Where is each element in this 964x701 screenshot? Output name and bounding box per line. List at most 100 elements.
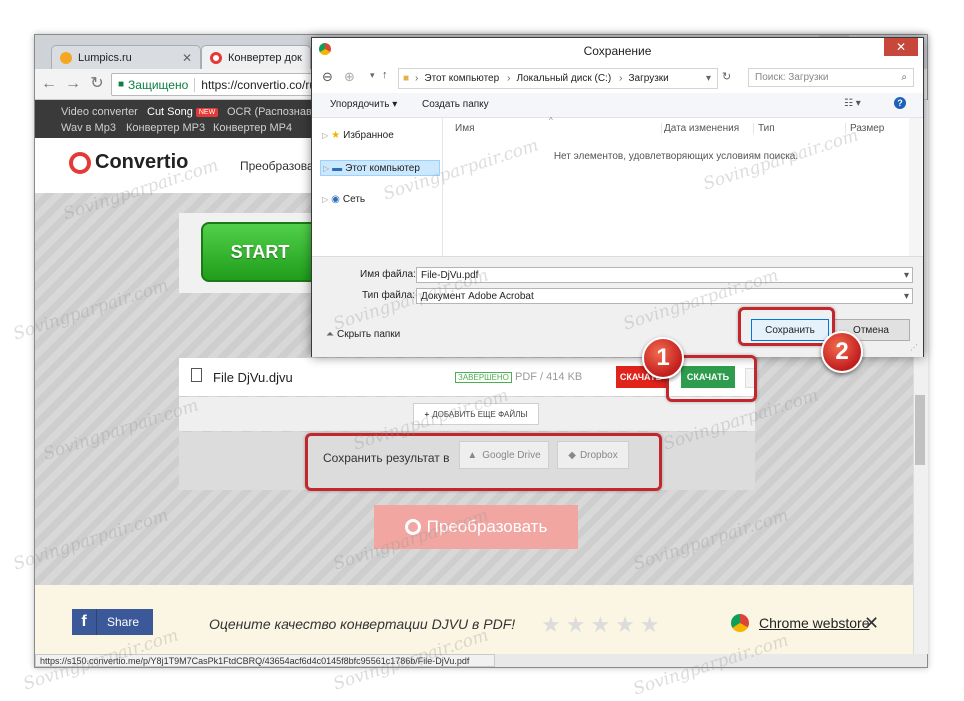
dialog-path-breadcrumb[interactable]: ■ › Этот компьютер › Локальный диск (C:)… [398, 68, 718, 89]
new-badge: NEW [195, 108, 219, 117]
url-text: https://convertio.co/ru [201, 77, 316, 92]
rating-footer: f Share Оцените качество конвертации DJV… [35, 585, 913, 654]
breadcrumb-downloads[interactable]: Загрузки [629, 73, 669, 84]
nav-link-cut-song[interactable]: Cut Song NEW [147, 106, 219, 118]
filename-label: Имя файла: [360, 269, 416, 280]
nav-item-label: Этот компьютер [345, 162, 420, 174]
chrome-webstore-link[interactable]: Chrome webstore [731, 614, 870, 632]
forward-arrow-icon[interactable]: ⊕ [344, 69, 355, 85]
expand-arrow-icon: ▷ [322, 195, 329, 204]
dialog-title: Сохранение [583, 44, 652, 58]
back-arrow-icon[interactable]: ⊖ [322, 69, 333, 85]
chevron-down-icon[interactable]: ▾ [706, 73, 711, 84]
breadcrumb-separator: › [415, 73, 419, 84]
status-badge: ЗАВЕРШЕНО [455, 372, 512, 383]
step-marker-1: 1 [642, 337, 684, 379]
nav-item-network[interactable]: ▷ ◉ Сеть [322, 194, 365, 205]
convertio-favicon-icon [210, 51, 222, 64]
search-placeholder: Поиск: Загрузки [755, 72, 829, 83]
chrome-webstore-label: Chrome webstore [759, 615, 870, 631]
nav-link-label: Cut Song [147, 106, 193, 118]
close-icon[interactable]: ✕ [864, 613, 879, 634]
nav-item-label: Сеть [342, 194, 366, 205]
nav-item-favorites[interactable]: ▷ ★ Избранное [322, 130, 394, 141]
convertio-logo-icon [69, 151, 91, 174]
star-icon: ★ [331, 130, 341, 141]
expand-arrow-icon: ▷ [322, 131, 329, 140]
chevron-down-icon[interactable]: ▾ [904, 270, 909, 281]
lumpics-favicon-icon [60, 51, 72, 64]
lock-icon: ■ [118, 79, 125, 90]
sort-arrow-icon: ^ [549, 116, 553, 125]
close-icon[interactable]: ✕ [182, 51, 192, 65]
breadcrumb-disk[interactable]: Локальный диск (C:) [517, 73, 612, 84]
dialog-command-bar: Упорядочить ▾ Создать папку ☷ ▾ ? [312, 93, 923, 118]
logo-text: Convertio [95, 151, 189, 173]
facebook-share-button[interactable]: f Share [72, 609, 153, 635]
dialog-search-input[interactable]: Поиск: Загрузки ⌕ [748, 68, 914, 87]
nav-link-mp4[interactable]: Конвертер MP4 [213, 122, 292, 134]
organize-label: Упорядочить [330, 99, 390, 110]
collapse-up-icon: ⏶ [326, 329, 334, 340]
column-header-type[interactable]: Тип [753, 123, 775, 134]
column-header-date[interactable]: Дата изменения [661, 123, 739, 134]
convertio-logo[interactable]: Convertio [69, 151, 188, 174]
add-more-files-label: ДОБАВИТЬ ЕЩЕ ФАЙЛЫ [432, 409, 528, 419]
dialog-navigation-pane: ▷ ★ Избранное ▷ ▬ Этот компьютер ▷ ◉ Сет… [316, 118, 443, 256]
filename-field[interactable]: File-DjVu.pdf ▾ [416, 267, 913, 283]
network-icon: ◉ [331, 194, 340, 205]
folder-icon: ■ [403, 73, 410, 84]
column-header-name[interactable]: Имя [455, 123, 474, 134]
dialog-close-button[interactable]: ✕ [884, 38, 918, 56]
view-options-icon[interactable]: ☷ ▾ [844, 98, 861, 109]
nav-item-this-pc[interactable]: ▷ ▬ Этот компьютер [320, 160, 440, 176]
rating-stars[interactable]: ★★★★★ [541, 612, 665, 638]
dialog-titlebar: Сохранение ✕ [312, 38, 923, 62]
resize-grip-icon[interactable]: ⋰ [910, 343, 918, 352]
breadcrumb-separator: › [619, 73, 623, 84]
tab-lumpics[interactable]: Lumpics.ru ✕ [51, 45, 201, 69]
chevron-down-icon[interactable]: ▾ [370, 70, 375, 81]
page-scrollbar-thumb[interactable] [915, 395, 925, 465]
nav-link-ocr[interactable]: OCR (Распознаван [227, 106, 324, 118]
convert-button[interactable]: Преобразовать [374, 505, 578, 549]
expand-arrow-icon: ▷ [323, 163, 330, 173]
file-info: PDF / 414 KB [515, 371, 583, 383]
filetype-select[interactable]: Документ Adobe Acrobat ▾ [416, 288, 913, 304]
rating-prompt: Оцените качество конвертации DJVU в PDF! [209, 616, 516, 632]
chevron-down-icon: ▾ [392, 99, 398, 110]
help-icon[interactable]: ? [894, 97, 906, 109]
forward-arrow-icon[interactable]: → [65, 76, 81, 92]
dialog-list-scrollbar[interactable] [909, 118, 922, 256]
column-header-size[interactable]: Размер [845, 123, 884, 134]
nav-link-video-converter[interactable]: Video converter [61, 106, 138, 118]
refresh-icon[interactable]: ↻ [722, 70, 731, 83]
filetype-value: Документ Adobe Acrobat [421, 290, 534, 302]
back-arrow-icon[interactable]: ← [41, 76, 57, 92]
nav-link-mp3[interactable]: Конвертер MP3 [126, 122, 205, 134]
hide-folders-button[interactable]: ⏶ Скрыть папки [326, 329, 400, 340]
nav-link-wav-mp3[interactable]: Wav в Mp3 [61, 122, 116, 134]
add-files-panel: + ДОБАВИТЬ ЕЩЕ ФАЙЛЫ [179, 397, 755, 431]
tab-label: Lumpics.ru [78, 51, 132, 64]
header-link-convert[interactable]: Преобразоват [240, 159, 319, 173]
empty-list-message: Нет элементов, удовлетворяющих условиям … [553, 151, 799, 162]
chevron-down-icon[interactable]: ▾ [904, 291, 909, 302]
hide-folders-label: Скрыть папки [337, 329, 401, 340]
convert-button-label: Преобразовать [426, 517, 548, 536]
breadcrumb-computer[interactable]: Этот компьютер [424, 73, 499, 84]
step-marker-2: 2 [821, 331, 863, 373]
computer-icon: ▬ [332, 162, 343, 174]
filename-value: File-DjVu.pdf [421, 269, 479, 281]
plus-icon: + [424, 409, 430, 419]
convertio-logo-icon [404, 519, 421, 535]
tab-convertio[interactable]: Конвертер документ [201, 45, 311, 69]
new-folder-button[interactable]: Создать папку [422, 99, 489, 110]
add-more-files-button[interactable]: + ДОБАВИТЬ ЕЩЕ ФАЙЛЫ [413, 403, 539, 425]
organize-button[interactable]: Упорядочить ▾ [330, 99, 397, 110]
reload-icon[interactable]: ↻ [89, 76, 105, 92]
status-bar-url: https://s150.convertio.me/p/Y8j1T9M7CasP… [35, 654, 495, 667]
breadcrumb-separator: › [507, 73, 511, 84]
up-arrow-icon[interactable]: ↑ [382, 69, 388, 81]
start-button[interactable]: START [201, 222, 319, 282]
